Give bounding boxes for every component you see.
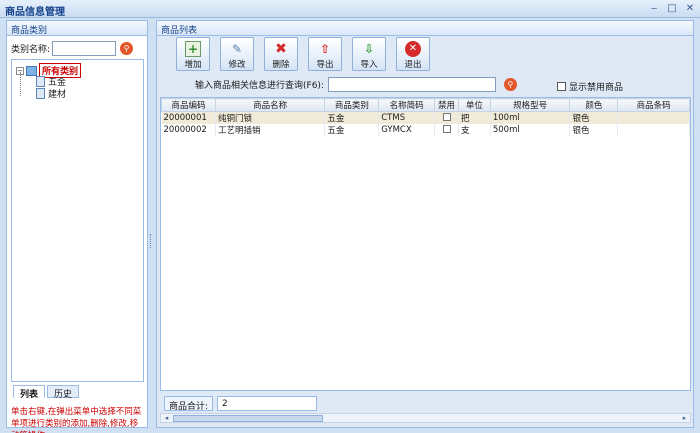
minimize-button[interactable]: ‒ [648,3,660,14]
document-icon [36,88,45,99]
import-icon: ⇩ [363,42,375,56]
exit-icon: ✕ [405,41,421,57]
column-header-spec[interactable]: 规格型号 [489,98,571,112]
disabled-checkbox[interactable] [442,112,451,121]
scroll-right-icon[interactable]: ▸ [680,414,689,422]
column-header-disabled[interactable]: 禁用 [434,98,459,112]
delete-button[interactable]: ✖ 删除 [264,37,298,71]
product-toolbar: + 增加 ✎ 修改 ✖ 删除 ⇧ 导出 ⇩ 导入 ✕ 退出 [176,37,430,71]
category-panel: 商品类别 类别名称: ⚲ − 所有类别 五金 建材 列表 历史 单击右键,在弹出… [6,20,148,433]
cell-name: 纯铜门锁 [215,111,326,124]
column-header-short-code[interactable]: 名称简码 [378,98,436,112]
table-row[interactable]: 20000001 纯铜门锁 五金 CTMS 把 100ml 银色 [161,111,690,124]
tab-history[interactable]: 历史 [47,385,80,400]
cell-disabled [434,111,459,124]
grid-header-row: 商品编码 商品名称 商品类别 名称简码 禁用 单位 规格型号 颜色 商品条码 [161,98,690,112]
cell-short-code: CTMS [378,111,436,124]
table-row[interactable]: 20000002 工艺明插销 五金 GYMCX 支 500ml 银色 [161,124,690,136]
splitter-grip-icon[interactable] [150,234,154,248]
edit-button[interactable]: ✎ 修改 [220,37,254,71]
cell-barcode [617,111,690,124]
product-query-input[interactable] [327,77,496,92]
export-button-label: 导出 [316,60,334,70]
category-name-label: 类别名称: [11,45,51,55]
column-header-barcode[interactable]: 商品条码 [617,98,690,112]
tree-node-building-materials[interactable]: 建材 [36,87,66,100]
import-button[interactable]: ⇩ 导入 [352,37,386,71]
category-tree[interactable]: − 所有类别 五金 建材 [11,59,144,382]
column-header-code[interactable]: 商品编码 [161,98,216,112]
show-disabled-label: 显示禁用商品 [569,83,624,93]
query-label: 输入商品相关信息进行查询(F6): [195,81,324,91]
cell-unit: 支 [458,124,491,136]
cell-unit: 把 [458,111,491,124]
category-panel-header: 商品类别 [7,21,147,36]
search-icon: ⚲ [507,80,514,89]
product-search-button[interactable]: ⚲ [503,78,517,91]
cell-category: 五金 [324,111,380,124]
search-icon: ⚲ [123,44,130,53]
scroll-left-icon[interactable]: ◂ [162,414,171,422]
category-hint-text: 单击右键,在弹出菜单中选择不同菜单项进行类别的添加,删除,修改,移动等操作 [11,407,142,433]
cell-name: 工艺明插销 [215,124,326,136]
cell-color: 银色 [569,124,619,136]
cell-color: 银色 [569,111,619,124]
cell-disabled [434,124,459,136]
product-panel: 商品列表 + 增加 ✎ 修改 ✖ 删除 ⇧ 导出 ⇩ 导入 ✕ 退出 输入商品相… [156,20,694,428]
cell-code: 20000002 [161,124,216,136]
grid-footer: 商品合计: 2 ◂ ▸ [160,393,691,425]
title-bar: 商品信息管理 ‒ □ ✕ [0,0,700,18]
column-header-color[interactable]: 颜色 [569,98,619,112]
cell-short-code: GYMCX [378,124,436,136]
column-header-category[interactable]: 商品类别 [324,98,380,112]
product-panel-header: 商品列表 [157,21,693,36]
column-header-name[interactable]: 商品名称 [214,98,326,112]
import-button-label: 导入 [360,60,378,70]
tab-list[interactable]: 列表 [13,385,46,400]
tree-node-label: 建材 [48,90,67,100]
edit-button-label: 修改 [228,60,246,70]
add-button-label: 增加 [184,60,202,70]
maximize-button[interactable]: □ [666,3,678,14]
edit-icon: ✎ [231,42,243,56]
category-search-button[interactable]: ⚲ [120,42,134,55]
cell-spec: 500ml [490,124,571,136]
folder-icon [26,65,37,76]
add-icon: + [185,41,201,57]
horizontal-scrollbar[interactable]: ◂ ▸ [160,413,691,423]
product-grid[interactable]: 商品编码 商品名称 商品类别 名称简码 禁用 单位 规格型号 颜色 商品条码 2… [160,97,691,391]
total-value: 2 [217,396,317,411]
window-title: 商品信息管理 [5,7,65,18]
cell-code: 20000001 [161,111,216,124]
total-label: 商品合计: [164,396,214,412]
category-name-input[interactable] [52,41,117,56]
delete-icon: ✖ [275,41,287,57]
delete-button-label: 删除 [272,60,290,70]
show-disabled-checkbox[interactable] [557,82,566,91]
close-button[interactable]: ✕ [684,3,696,14]
cell-category: 五金 [324,124,380,136]
exit-button[interactable]: ✕ 退出 [396,37,430,71]
exit-button-label: 退出 [404,60,422,70]
export-icon: ⇧ [319,42,331,56]
column-header-unit[interactable]: 单位 [457,98,491,112]
disabled-checkbox[interactable] [442,124,451,133]
cell-barcode [617,124,690,136]
add-button[interactable]: + 增加 [176,37,210,71]
panel-splitter[interactable] [150,20,154,428]
document-icon [36,76,45,87]
export-button[interactable]: ⇧ 导出 [308,37,342,71]
cell-spec: 100ml [490,111,571,124]
scroll-thumb[interactable] [173,415,323,422]
